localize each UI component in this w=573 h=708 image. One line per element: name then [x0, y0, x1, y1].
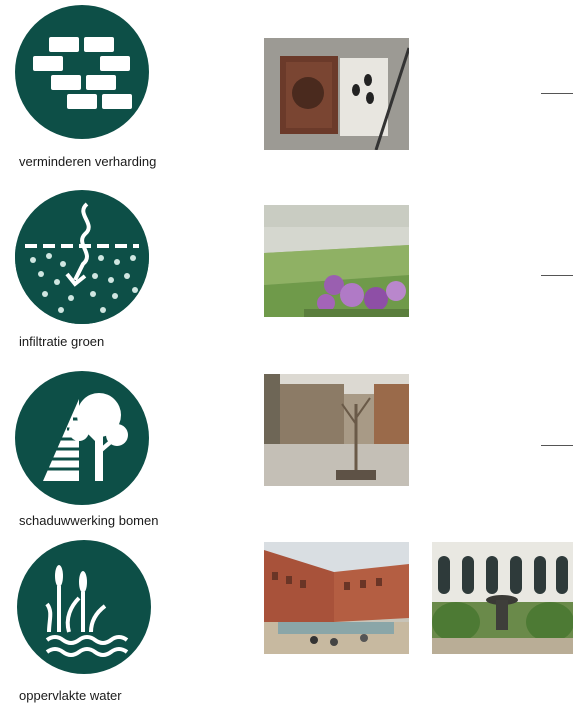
water-reeds-icon	[17, 540, 151, 674]
measure-row-paving: verminderen verharding	[0, 0, 573, 180]
measure-row-water: oppervlakte water	[0, 540, 573, 708]
garden-lawn-photo	[264, 205, 409, 317]
soil-infiltration-icon	[15, 190, 149, 324]
measure-label: verminderen verharding	[19, 154, 157, 169]
measure-row-tree-shade: schaduwwerking bomen	[0, 360, 573, 540]
divider-line	[541, 93, 573, 94]
measure-label: oppervlakte water	[19, 688, 122, 703]
paving-bricks-icon	[15, 5, 149, 139]
courtyard-tree-photo	[264, 374, 409, 486]
water-square-photo	[264, 542, 409, 654]
measure-label: schaduwwerking bomen	[19, 513, 159, 528]
tree-grate-photo	[264, 38, 409, 150]
measure-label: infiltratie groen	[19, 334, 105, 349]
tree-shade-icon	[15, 371, 149, 505]
fountain-garden-photo	[432, 542, 573, 654]
divider-line	[541, 275, 573, 276]
divider-line	[541, 445, 573, 446]
measure-row-infiltration: infiltratie groen	[0, 180, 573, 360]
